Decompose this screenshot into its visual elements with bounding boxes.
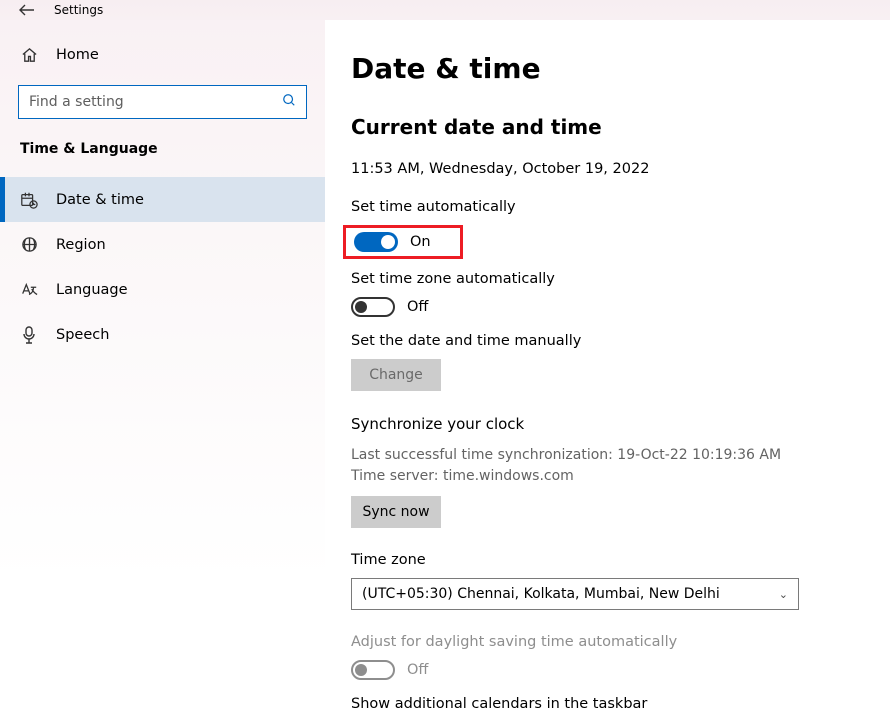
titlebar: Settings (0, 0, 890, 20)
sidebar-category: Time & Language (0, 141, 325, 157)
sidebar: Home Time & Language Date & time Region (0, 20, 325, 722)
content: Date & time Current date and time 11:53 … (325, 20, 890, 722)
globe-icon (20, 236, 38, 254)
calendar-clock-icon (20, 191, 38, 209)
toggle-switch-icon (351, 660, 395, 680)
page-title: Date & time (351, 52, 864, 85)
sync-last: Last successful time synchronization: 19… (351, 445, 864, 465)
label-additional-calendars: Show additional calendars in the taskbar (351, 696, 864, 712)
label-set-tz-auto: Set time zone automatically (351, 271, 864, 287)
sidebar-item-label: Region (56, 237, 106, 253)
toggle-state: Off (407, 662, 428, 678)
label-set-time-auto: Set time automatically (351, 199, 864, 215)
window-title: Settings (54, 3, 103, 17)
toggle-dst: Off (351, 660, 864, 680)
sidebar-home[interactable]: Home (0, 40, 325, 70)
current-datetime: 11:53 AM, Wednesday, October 19, 2022 (351, 161, 864, 177)
section-current-time: Current date and time (351, 115, 864, 139)
toggle-switch-icon (351, 297, 395, 317)
sidebar-item-date-time[interactable]: Date & time (0, 177, 325, 222)
label-dst: Adjust for daylight saving time automati… (351, 634, 864, 650)
toggle-state: Off (407, 299, 428, 315)
search-field[interactable] (29, 94, 276, 110)
sidebar-item-label: Speech (56, 327, 109, 343)
sync-now-button[interactable]: Sync now (351, 496, 441, 528)
toggle-switch-icon (354, 232, 398, 252)
language-icon (20, 281, 38, 299)
change-button[interactable]: Change (351, 359, 441, 391)
sync-server: Time server: time.windows.com (351, 466, 864, 486)
sidebar-item-label: Date & time (56, 192, 144, 208)
sidebar-nav: Date & time Region Language Speech (0, 177, 325, 357)
home-icon (20, 46, 38, 64)
sidebar-item-label: Language (56, 282, 128, 298)
toggle-set-time-auto[interactable]: On (343, 225, 463, 259)
sidebar-item-region[interactable]: Region (0, 222, 325, 267)
sidebar-item-language[interactable]: Language (0, 267, 325, 312)
timezone-value: (UTC+05:30) Chennai, Kolkata, Mumbai, Ne… (362, 586, 720, 602)
search-input[interactable] (18, 85, 307, 119)
sidebar-home-label: Home (56, 47, 99, 63)
search-icon (282, 93, 296, 111)
chevron-down-icon: ⌄ (779, 588, 788, 601)
toggle-set-tz-auto[interactable]: Off (351, 297, 864, 317)
toggle-state: On (410, 234, 431, 250)
label-timezone: Time zone (351, 552, 864, 568)
label-set-manual: Set the date and time manually (351, 333, 864, 349)
back-button[interactable] (18, 1, 36, 19)
sync-info: Last successful time synchronization: 19… (351, 445, 864, 486)
timezone-select[interactable]: (UTC+05:30) Chennai, Kolkata, Mumbai, Ne… (351, 578, 799, 610)
sidebar-item-speech[interactable]: Speech (0, 312, 325, 357)
microphone-icon (20, 326, 38, 344)
sync-heading: Synchronize your clock (351, 415, 864, 433)
